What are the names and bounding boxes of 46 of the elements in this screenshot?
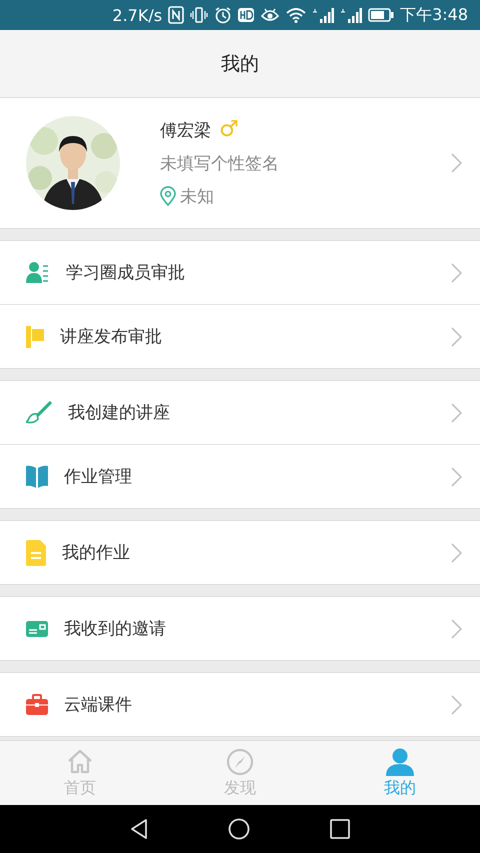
menu-item[interactable]: 我的作业 <box>0 521 480 584</box>
nfc-icon <box>168 6 184 24</box>
eye-icon <box>260 6 280 24</box>
chevron-right-icon <box>450 466 462 486</box>
compass-icon <box>226 748 254 776</box>
menu-item[interactable]: 作业管理 <box>0 444 480 508</box>
briefcase-icon <box>26 694 48 716</box>
menu-item[interactable]: 云端课件 <box>0 673 480 736</box>
location-pin-icon <box>160 186 176 206</box>
chevron-right-icon <box>450 262 462 282</box>
home-icon <box>66 748 94 776</box>
signature-text: 未填写个性签名 <box>160 152 280 174</box>
profile-card[interactable]: 傅宏梁 ♂ 未填写个性签名 未知 <box>0 98 480 229</box>
recents-icon[interactable] <box>330 819 350 839</box>
chevron-right-icon <box>450 153 462 173</box>
menu-item[interactable]: 学习圈成员审批 <box>0 241 480 304</box>
page-title: 我的 <box>221 52 259 76</box>
chevron-right-icon <box>450 694 462 714</box>
person-list-icon <box>26 260 50 284</box>
menu-item[interactable]: 我收到的邀请 <box>0 597 480 660</box>
back-icon[interactable] <box>130 818 148 840</box>
signal-icon <box>312 7 334 23</box>
chevron-right-icon <box>450 542 462 562</box>
card-icon <box>26 618 48 638</box>
clock-time: 下午3:48 <box>400 4 468 26</box>
vibrate-icon <box>190 6 208 24</box>
menu-item[interactable]: 讲座发布审批 <box>0 304 480 368</box>
chevron-right-icon <box>450 618 462 638</box>
user-name: 傅宏梁 <box>160 120 211 142</box>
chevron-right-icon <box>450 326 462 346</box>
battery-icon <box>368 8 394 22</box>
hd-icon <box>238 7 254 23</box>
menu-item[interactable]: 我创建的讲座 <box>0 381 480 444</box>
book-icon <box>26 464 48 490</box>
alarm-icon <box>214 6 232 24</box>
gender-symbol: ♂ <box>219 119 239 141</box>
wifi-icon <box>286 7 306 23</box>
network-speed: 2.7K/s <box>112 6 162 24</box>
signal-icon <box>340 7 362 23</box>
document-icon <box>26 540 46 566</box>
paintbrush-icon <box>26 400 52 424</box>
chevron-right-icon <box>450 402 462 422</box>
home-circle-icon[interactable] <box>228 818 250 840</box>
flag-icon <box>26 324 44 348</box>
person-icon <box>386 748 414 776</box>
location-text: 未知 <box>180 186 214 208</box>
